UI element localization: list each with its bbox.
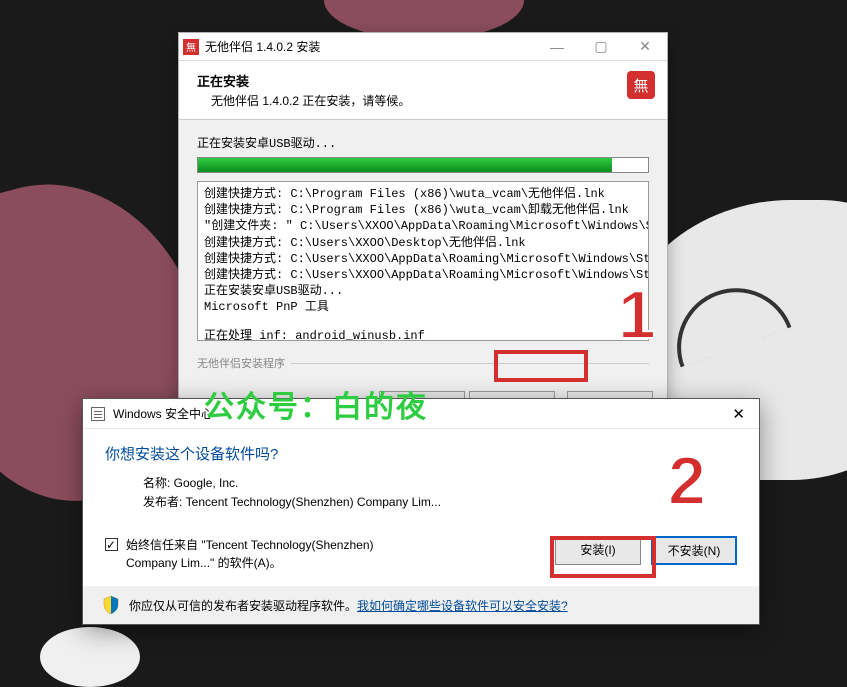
log-line: 创建快捷方式: C:\Users\XXOO\Desktop\无他伴侣.lnk (204, 235, 642, 251)
watermark-text: 公众号：白的夜 (204, 382, 428, 426)
log-line: 创建快捷方式: C:\Users\XXOO\AppData\Roaming\Mi… (204, 251, 642, 267)
security-dialog: Windows 安全中心 ✕ 你想安装这个设备软件吗? 名称: Google, … (82, 398, 760, 625)
security-window-icon (91, 407, 105, 421)
annotation-number-2: 2 (668, 442, 706, 520)
security-close-button[interactable]: ✕ (726, 405, 751, 423)
installer-titlebar: 無 无他伴侣 1.4.0.2 安装 — ▢ ✕ (179, 33, 667, 61)
trust-checkbox[interactable] (105, 538, 118, 551)
annotation-box-2 (550, 536, 656, 578)
driver-publisher: 发布者: Tencent Technology(Shenzhen) Compan… (143, 493, 737, 512)
dont-install-button[interactable]: 不安装(N) (651, 536, 737, 565)
log-box[interactable]: 创建快捷方式: C:\Program Files (x86)\wuta_vcam… (197, 181, 649, 341)
maximize-button: ▢ (579, 33, 623, 61)
minimize-button[interactable]: — (535, 33, 579, 61)
installer-window: 無 无他伴侣 1.4.0.2 安装 — ▢ ✕ 正在安装 无他伴侣 1.4.0.… (178, 32, 668, 433)
log-line: 创建快捷方式: C:\Program Files (x86)\wuta_vcam… (204, 202, 642, 218)
header-logo-icon: 無 (627, 71, 655, 99)
trust-label: 始终信任来自 "Tencent Technology(Shenzhen) Com… (126, 536, 426, 572)
log-line: 正在安装安卓USB驱动... (204, 283, 642, 299)
installer-header: 正在安装 无他伴侣 1.4.0.2 正在安装，请等候。 無 (179, 61, 667, 120)
log-line: "创建文件夹: " C:\Users\XXOO\AppData\Roaming\… (204, 218, 642, 234)
security-question: 你想安装这个设备软件吗? (105, 443, 737, 464)
header-subtitle: 无他伴侣 1.4.0.2 正在安装，请等候。 (197, 92, 649, 109)
progress-bar (197, 157, 649, 173)
log-line: Microsoft PnP 工具 (204, 299, 642, 315)
progress-fill (198, 158, 612, 172)
close-button[interactable]: ✕ (623, 33, 667, 61)
driver-name: 名称: Google, Inc. (143, 474, 737, 493)
divider-label: 无他伴侣安装程序 (197, 355, 285, 371)
shield-icon (103, 596, 119, 614)
log-line: 创建快捷方式: C:\Program Files (x86)\wuta_vcam… (204, 186, 642, 202)
warning-link[interactable]: 我如何确定哪些设备软件可以安全安装? (357, 597, 568, 614)
annotation-number-1: 1 (618, 276, 656, 354)
app-icon: 無 (183, 39, 199, 55)
annotation-box-1 (494, 350, 588, 382)
warning-text: 你应仅从可信的发布者安装驱动程序软件。 (129, 597, 357, 614)
header-title: 正在安装 (197, 71, 649, 90)
security-warning: 你应仅从可信的发布者安装驱动程序软件。 我如何确定哪些设备软件可以安全安装? (83, 586, 759, 624)
log-line: 正在处理 inf: android_winusb.inf (204, 328, 642, 342)
status-text: 正在安装安卓USB驱动... (197, 134, 649, 151)
log-line: 创建快捷方式: C:\Users\XXOO\AppData\Roaming\Mi… (204, 267, 642, 283)
window-title: 无他伴侣 1.4.0.2 安装 (205, 38, 535, 55)
